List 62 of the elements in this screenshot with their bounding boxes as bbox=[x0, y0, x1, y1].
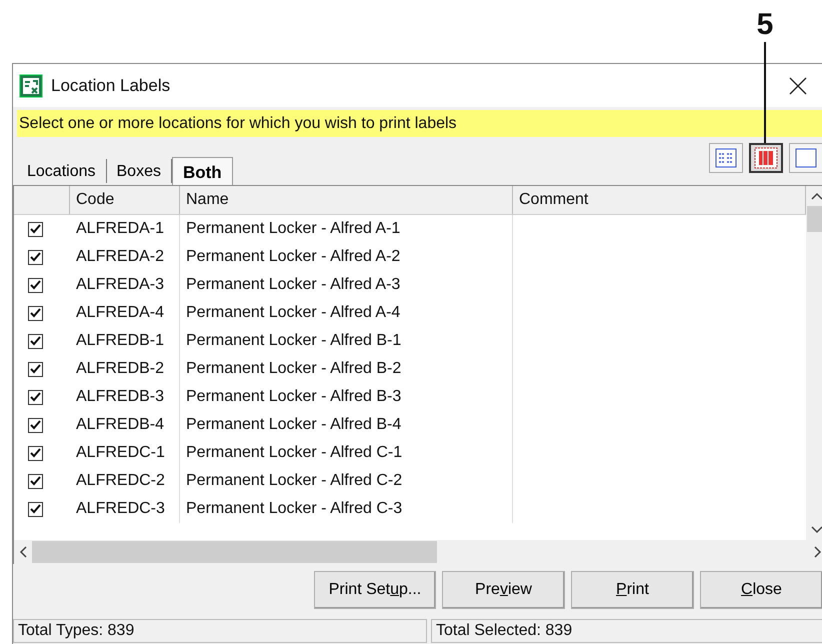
row-checkbox[interactable] bbox=[28, 306, 43, 320]
instruction-banner: Select one or more locations for which you wish to print labels bbox=[17, 110, 822, 137]
status-field: Total Types: 839 bbox=[13, 619, 427, 643]
table-cell: ALFREDC-2 bbox=[70, 467, 180, 495]
scroll-down-icon[interactable] bbox=[810, 526, 822, 534]
grid-view-icon bbox=[754, 147, 778, 169]
row-checkbox[interactable] bbox=[28, 334, 43, 348]
table-cell: Permanent Locker - Alfred A-4 bbox=[180, 299, 513, 327]
table-cell: Permanent Locker - Alfred C-1 bbox=[180, 439, 513, 467]
row-checkbox[interactable] bbox=[28, 502, 43, 516]
table-cell: ALFREDB-4 bbox=[70, 411, 180, 439]
scroll-thumb[interactable] bbox=[807, 206, 822, 232]
close-icon[interactable] bbox=[789, 76, 807, 94]
row-checkbox[interactable] bbox=[28, 474, 43, 488]
tab[interactable]: Locations bbox=[17, 159, 106, 183]
view-toggle-button[interactable] bbox=[709, 143, 743, 173]
table-cell: ALFREDB-3 bbox=[70, 383, 180, 411]
scroll-thumb[interactable] bbox=[32, 541, 437, 563]
row-checkbox[interactable] bbox=[28, 390, 43, 404]
scroll-up-icon[interactable] bbox=[810, 192, 822, 200]
dialog-button[interactable]: Preview bbox=[442, 571, 565, 609]
table-cell: ALFREDA-2 bbox=[70, 243, 180, 271]
list-view-icon bbox=[715, 148, 737, 168]
scroll-left-icon[interactable] bbox=[19, 546, 27, 558]
callout-number: 5 bbox=[756, 8, 774, 42]
scroll-right-icon[interactable] bbox=[814, 546, 822, 558]
dialog-button[interactable]: Close bbox=[700, 571, 822, 609]
row-checkbox[interactable] bbox=[28, 418, 43, 432]
table-cell: Permanent Locker - Alfred B-1 bbox=[180, 327, 513, 355]
table-cell: Permanent Locker - Alfred B-4 bbox=[180, 411, 513, 439]
row-checkbox[interactable] bbox=[28, 222, 43, 236]
table-cell: Permanent Locker - Alfred C-2 bbox=[180, 467, 513, 495]
table-cell: Permanent Locker - Alfred A-2 bbox=[180, 243, 513, 271]
table-cell: ALFREDB-1 bbox=[70, 327, 180, 355]
vertical-scrollbar[interactable] bbox=[806, 186, 822, 540]
column-header[interactable]: Code bbox=[70, 186, 180, 214]
table-cell: Permanent Locker - Alfred A-3 bbox=[180, 271, 513, 299]
status-field: Total Selected: 839 bbox=[431, 619, 822, 643]
row-checkbox[interactable] bbox=[28, 278, 43, 292]
page-view-icon bbox=[795, 148, 817, 168]
tab[interactable]: Both bbox=[172, 157, 233, 185]
table-cell: ALFREDA-3 bbox=[70, 271, 180, 299]
window-title: Location Labels bbox=[51, 76, 172, 96]
view-toggle-button[interactable] bbox=[749, 143, 783, 173]
table-cell: Permanent Locker - Alfred B-2 bbox=[180, 355, 513, 383]
dialog-button[interactable]: Print Setup... bbox=[314, 571, 436, 609]
table-cell: Permanent Locker - Alfred C-3 bbox=[180, 495, 513, 523]
table-cell: ALFREDA-4 bbox=[70, 299, 180, 327]
table-cell: ALFREDC-3 bbox=[70, 495, 180, 523]
app-icon bbox=[19, 74, 43, 98]
column-header[interactable]: Name bbox=[180, 186, 513, 214]
table-cell: Permanent Locker - Alfred B-3 bbox=[180, 383, 513, 411]
view-toggle-button[interactable] bbox=[789, 143, 822, 173]
horizontal-scrollbar[interactable] bbox=[14, 540, 822, 564]
dialog-button[interactable]: Print bbox=[571, 571, 694, 609]
table-cell: ALFREDC-1 bbox=[70, 439, 180, 467]
table-cell: ALFREDB-2 bbox=[70, 355, 180, 383]
table-cell: Permanent Locker - Alfred A-1 bbox=[180, 215, 513, 243]
row-checkbox[interactable] bbox=[28, 446, 43, 460]
row-checkbox[interactable] bbox=[28, 250, 43, 264]
row-checkbox[interactable] bbox=[28, 362, 43, 376]
table-cell: ALFREDA-1 bbox=[70, 215, 180, 243]
